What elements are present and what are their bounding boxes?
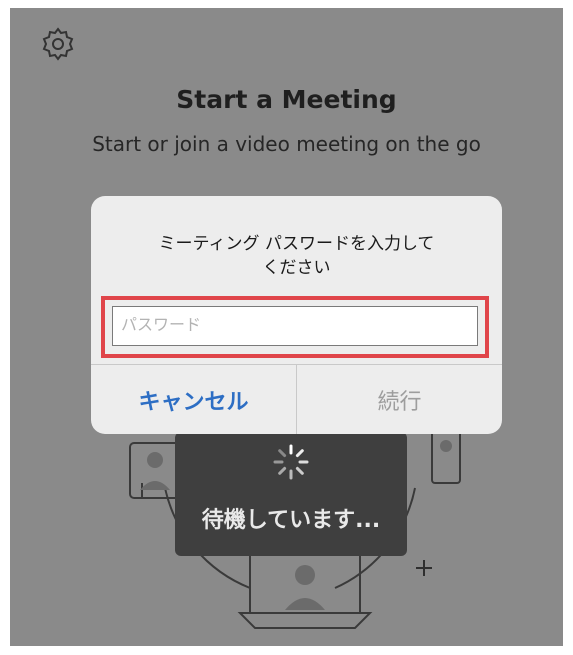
waiting-text: 待機しています...: [201, 508, 381, 533]
app-screen: Start a Meeting Start or join a video me…: [10, 8, 563, 646]
page-subtitle: Start or join a video meeting on the go: [92, 132, 481, 156]
password-input[interactable]: [112, 306, 478, 346]
cancel-button[interactable]: キャンセル: [91, 365, 296, 434]
dialog-message-line2: ください: [262, 258, 331, 278]
dialog-button-row: キャンセル 続行: [91, 364, 502, 434]
page-title: Start a Meeting: [176, 85, 397, 114]
password-dialog: ミーティング パスワードを入力して ください キャンセル 続行: [91, 196, 502, 434]
gear-icon[interactable]: [40, 26, 76, 62]
spinner-icon: [273, 444, 309, 480]
dialog-message-line1: ミーティング パスワードを入力して: [158, 234, 435, 254]
dialog-message: ミーティング パスワードを入力して ください: [111, 232, 482, 280]
continue-button[interactable]: 続行: [297, 365, 502, 434]
waiting-overlay: 待機しています...: [175, 432, 407, 556]
